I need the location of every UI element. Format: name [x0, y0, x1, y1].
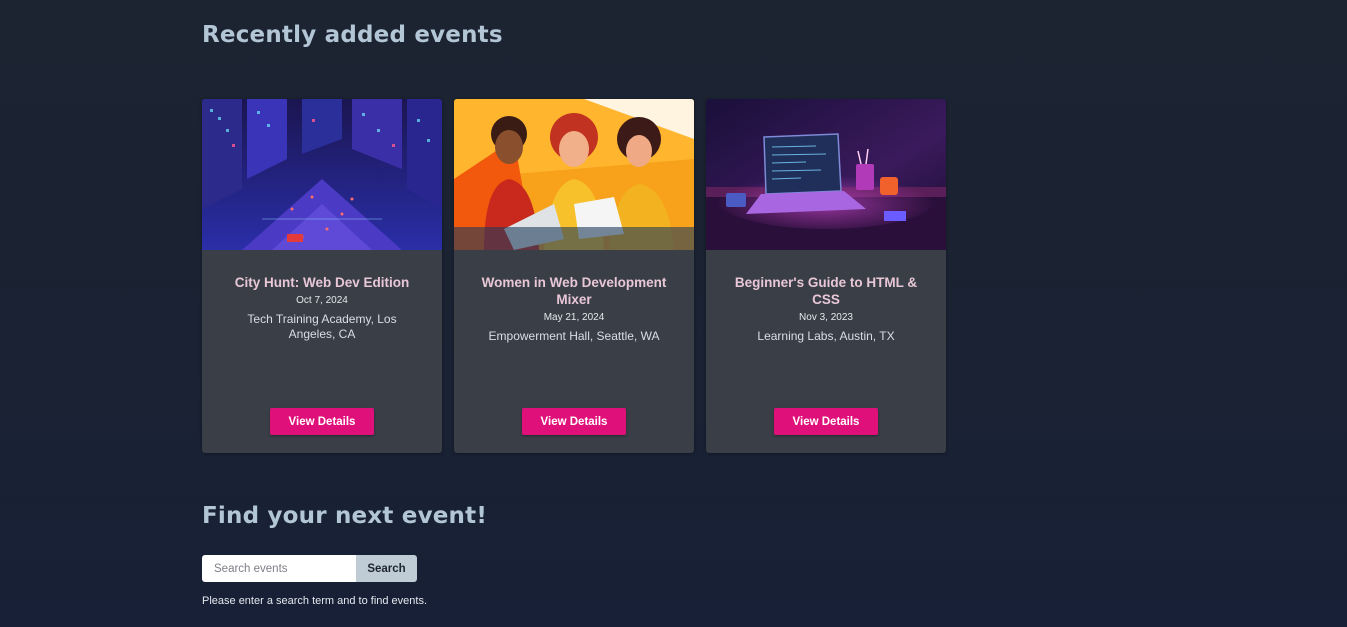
- event-location: Empowerment Hall, Seattle, WA: [488, 329, 660, 343]
- event-date: Nov 3, 2023: [799, 312, 853, 323]
- event-date: Oct 7, 2024: [296, 295, 348, 306]
- page: Recently added events City Hunt: Web Dev…: [0, 0, 1347, 627]
- event-title: Women in Web Development Mixer: [481, 275, 667, 307]
- event-title: City Hunt: Web Dev Edition: [234, 275, 410, 290]
- search-input[interactable]: [202, 555, 356, 582]
- card-body: Beginner's Guide to HTML & CSS Nov 3, 20…: [706, 250, 946, 344]
- event-location: Tech Training Academy, Los Angeles, CA: [247, 312, 397, 341]
- women-laptops-illustration-image: [454, 99, 694, 250]
- find-event-heading: Find your next event!: [202, 503, 488, 529]
- event-card: Women in Web Development Mixer May 21, 2…: [454, 99, 694, 453]
- view-details-button[interactable]: View Details: [270, 408, 374, 435]
- laptop-desk-illustration-image: [706, 99, 946, 250]
- search-button[interactable]: Search: [356, 555, 417, 582]
- search-form: Search: [202, 555, 417, 582]
- event-date: May 21, 2024: [543, 312, 605, 323]
- event-card: City Hunt: Web Dev Edition Oct 7, 2024 T…: [202, 99, 442, 453]
- event-card: Beginner's Guide to HTML & CSS Nov 3, 20…: [706, 99, 946, 453]
- view-details-button[interactable]: View Details: [522, 408, 626, 435]
- search-help-text: Please enter a search term and to find e…: [202, 595, 428, 607]
- card-body: Women in Web Development Mixer May 21, 2…: [454, 250, 694, 344]
- card-body: City Hunt: Web Dev Edition Oct 7, 2024 T…: [202, 250, 442, 342]
- event-cards: City Hunt: Web Dev Edition Oct 7, 2024 T…: [202, 99, 946, 453]
- event-location: Learning Labs, Austin, TX: [757, 329, 895, 343]
- view-details-button[interactable]: View Details: [774, 408, 878, 435]
- city-illustration-image: [202, 99, 442, 250]
- recent-events-heading: Recently added events: [202, 22, 503, 48]
- event-title: Beginner's Guide to HTML & CSS: [734, 275, 918, 307]
